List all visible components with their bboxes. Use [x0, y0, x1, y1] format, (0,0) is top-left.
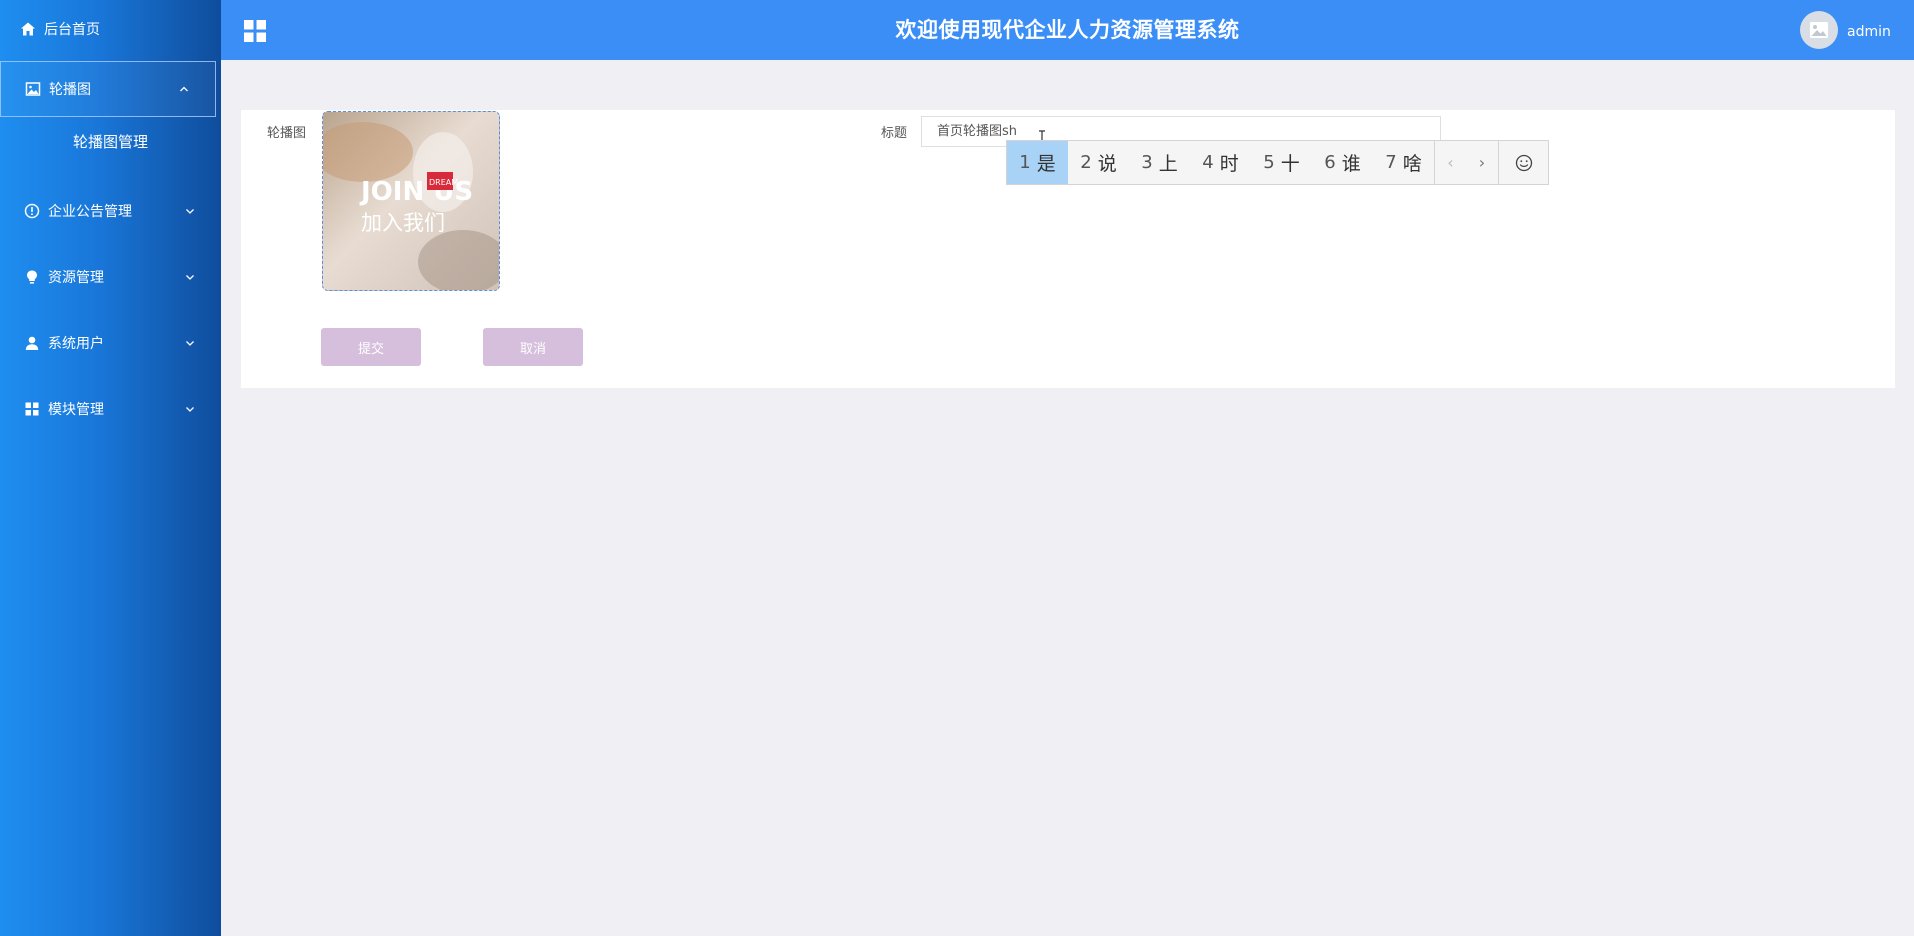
sidebar-item-home[interactable]: 后台首页 [0, 12, 221, 46]
chevron-down-icon [186, 407, 194, 412]
sidebar-item-notice[interactable]: 企业公告管理 [0, 194, 221, 228]
user-icon [24, 335, 40, 351]
chevron-down-icon [186, 209, 194, 214]
sidebar-subitem-carousel-manage[interactable]: 轮播图管理 [0, 124, 221, 160]
sidebar: 后台首页 轮播图 轮播图管理 企业公告管理 资源管理 系统用户 模块管理 [0, 0, 221, 936]
chevron-down-icon [186, 341, 194, 346]
sidebar-item-label: 系统用户 [48, 336, 104, 352]
ime-candidate[interactable]: 1是 [1007, 141, 1068, 184]
ime-candidate[interactable]: 6谁 [1312, 141, 1373, 184]
sidebar-item-label: 轮播图 [49, 82, 91, 98]
grid-icon [24, 401, 40, 417]
ime-candidate[interactable]: 3上 [1129, 141, 1190, 184]
sidebar-item-carousel[interactable]: 轮播图 [0, 61, 216, 117]
sidebar-item-label: 后台首页 [44, 22, 100, 38]
home-icon [20, 21, 36, 37]
sidebar-item-label: 企业公告管理 [48, 204, 132, 220]
info-icon [24, 203, 40, 219]
ime-prev-page-icon[interactable]: ‹ [1434, 141, 1466, 184]
lightbulb-icon [24, 269, 40, 285]
username[interactable]: admin [1847, 0, 1891, 64]
picture-icon [1810, 22, 1828, 38]
sidebar-item-users[interactable]: 系统用户 [0, 326, 221, 360]
image-text-badge: DREAM [429, 178, 458, 187]
submit-button[interactable]: 提交 [321, 328, 421, 366]
top-header: 欢迎使用现代企业人力资源管理系统 admin [221, 0, 1914, 60]
chevron-down-icon [186, 275, 194, 280]
sidebar-item-modules[interactable]: 模块管理 [0, 392, 221, 426]
cancel-button[interactable]: 取消 [483, 328, 583, 366]
sidebar-item-resource[interactable]: 资源管理 [0, 260, 221, 294]
ime-candidate[interactable]: 2说 [1068, 141, 1129, 184]
image-text-cn: 加入我们 [361, 211, 445, 235]
image-icon [25, 81, 41, 97]
sidebar-item-label: 资源管理 [48, 270, 104, 286]
carousel-label: 轮播图 [267, 126, 307, 141]
image-upload[interactable]: JOIN US 加入我们 DREAM [322, 111, 500, 291]
chevron-up-icon [180, 86, 188, 92]
emoji-icon[interactable] [1498, 141, 1548, 184]
ime-candidate[interactable]: 7啥 [1373, 141, 1434, 184]
carousel-image: JOIN US 加入我们 DREAM [323, 112, 499, 290]
ime-candidate[interactable]: 5十 [1251, 141, 1312, 184]
page-title: 欢迎使用现代企业人力资源管理系统 [895, 18, 1240, 42]
ime-candidate[interactable]: 4时 [1190, 141, 1251, 184]
ime-next-page-icon[interactable]: › [1466, 141, 1498, 184]
sidebar-item-label: 模块管理 [48, 402, 104, 418]
avatar[interactable] [1800, 11, 1838, 49]
title-label: 标题 [881, 126, 908, 141]
ime-candidate-bar: 1是 2说 3上 4时 5十 6谁 7啥 ‹ › [1006, 140, 1549, 185]
